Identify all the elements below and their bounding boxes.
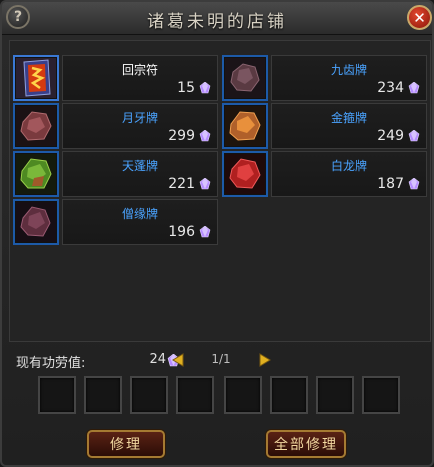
shop-item-huizongfu[interactable]: 回宗符 15 (13, 55, 221, 101)
repair-slot[interactable] (176, 376, 214, 414)
repair-slot[interactable] (130, 376, 168, 414)
item-info: 九齿牌 234 (271, 55, 427, 101)
shop-item-jiuchipai[interactable]: 九齿牌 234 (222, 55, 430, 101)
repair-slot[interactable] (362, 376, 400, 414)
item-price: 234 (377, 80, 404, 96)
crystal-currency-icon (199, 226, 211, 238)
crystal-currency-icon (199, 178, 211, 190)
next-page-arrow-icon[interactable] (259, 353, 271, 367)
shop-item-sengyuanpai[interactable]: 僧缘牌 196 (13, 199, 221, 245)
item-info: 僧缘牌 196 (62, 199, 218, 245)
window-title: 诸葛未明的店铺 (147, 12, 287, 32)
crystal-currency-icon (408, 82, 420, 94)
item-price: 249 (377, 128, 404, 144)
repair-slot[interactable] (270, 376, 308, 414)
dark-ore-icon (225, 58, 265, 98)
green-ore-icon (16, 154, 56, 194)
item-price: 299 (168, 128, 195, 144)
repair-button[interactable]: 修理 (87, 430, 165, 458)
merit-label: 现有功劳值: (16, 356, 86, 371)
repair-all-button[interactable]: 全部修理 (266, 430, 346, 458)
crimson-ore-icon (225, 154, 265, 194)
item-name: 天蓬牌 (121, 159, 158, 173)
item-info: 天蓬牌 221 (62, 151, 218, 197)
item-name: 回宗符 (121, 63, 158, 77)
shop-item-yueyapai[interactable]: 月牙牌 299 (13, 103, 221, 149)
purple-ore-icon (16, 202, 56, 242)
red-ore-icon (16, 106, 56, 146)
item-name: 九齿牌 (330, 63, 367, 77)
item-icon-slot[interactable] (222, 55, 268, 101)
item-icon-slot[interactable] (13, 151, 59, 197)
title-bar[interactable]: ? 诸葛未明的店铺 ✕ (2, 2, 432, 35)
item-info: 回宗符 15 (62, 55, 218, 101)
crystal-currency-icon (199, 130, 211, 142)
crystal-currency-icon (408, 130, 420, 142)
item-info: 金箍牌 249 (271, 103, 427, 149)
item-icon-slot[interactable] (13, 103, 59, 149)
prev-page-arrow-icon[interactable] (172, 353, 184, 367)
page-indicator: 1/1 (211, 352, 231, 366)
item-icon-slot[interactable] (222, 103, 268, 149)
repair-slot[interactable] (224, 376, 262, 414)
item-name: 白龙牌 (330, 159, 367, 173)
repair-slot[interactable] (316, 376, 354, 414)
item-price: 15 (177, 80, 195, 96)
gold-ore-icon (225, 106, 265, 146)
item-price: 187 (377, 176, 404, 192)
shop-window: ? 诸葛未明的店铺 ✕ 回宗符 15 九齿牌 234 月牙牌 299 金箍牌 2… (0, 0, 434, 467)
item-price: 196 (168, 224, 195, 240)
crystal-currency-icon (408, 178, 420, 190)
shop-item-bailongpai[interactable]: 白龙牌 187 (222, 151, 430, 197)
item-price: 221 (168, 176, 195, 192)
shop-item-tianpengpai[interactable]: 天蓬牌 221 (13, 151, 221, 197)
item-info: 月牙牌 299 (62, 103, 218, 149)
item-name: 金箍牌 (330, 111, 367, 125)
crystal-currency-icon (199, 82, 211, 94)
repair-slot[interactable] (84, 376, 122, 414)
close-button[interactable]: ✕ (407, 5, 432, 30)
merit-value: 24 (149, 352, 166, 367)
item-icon-slot[interactable] (13, 55, 59, 101)
shop-item-jingupai[interactable]: 金箍牌 249 (222, 103, 430, 149)
repair-slot[interactable] (38, 376, 76, 414)
item-icon-slot[interactable] (13, 199, 59, 245)
talisman-icon (16, 58, 56, 98)
item-name: 月牙牌 (121, 111, 158, 125)
item-info: 白龙牌 187 (271, 151, 427, 197)
item-icon-slot[interactable] (222, 151, 268, 197)
item-name: 僧缘牌 (121, 207, 158, 221)
